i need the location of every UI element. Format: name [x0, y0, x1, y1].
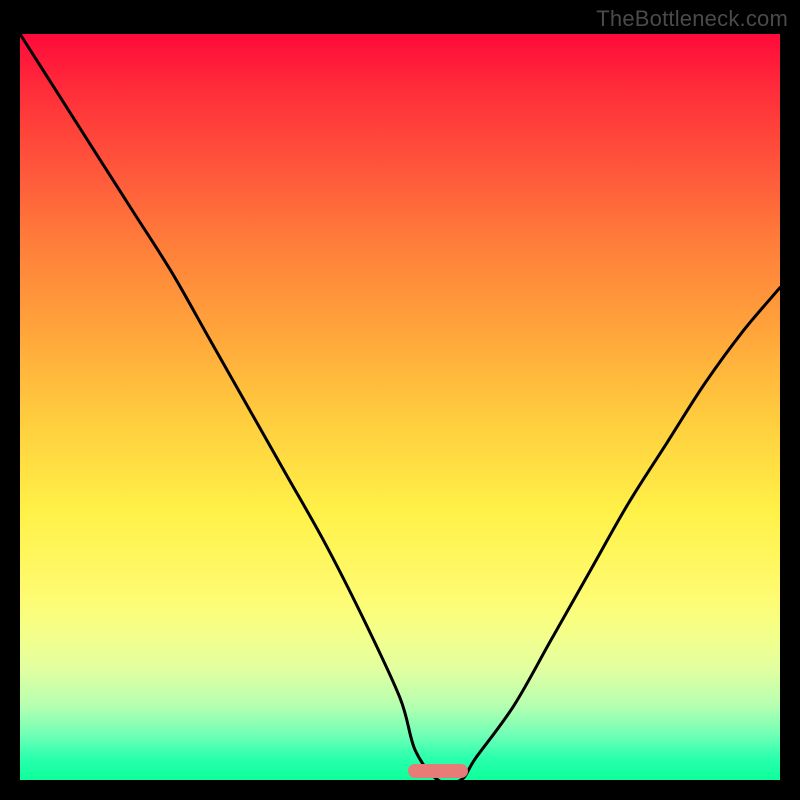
curve-path — [20, 34, 780, 780]
bottleneck-curve — [20, 34, 780, 780]
watermark-label: TheBottleneck.com — [596, 6, 788, 32]
optimal-range-marker — [408, 764, 469, 778]
plot-area — [20, 34, 780, 780]
chart-frame: TheBottleneck.com — [0, 0, 800, 800]
